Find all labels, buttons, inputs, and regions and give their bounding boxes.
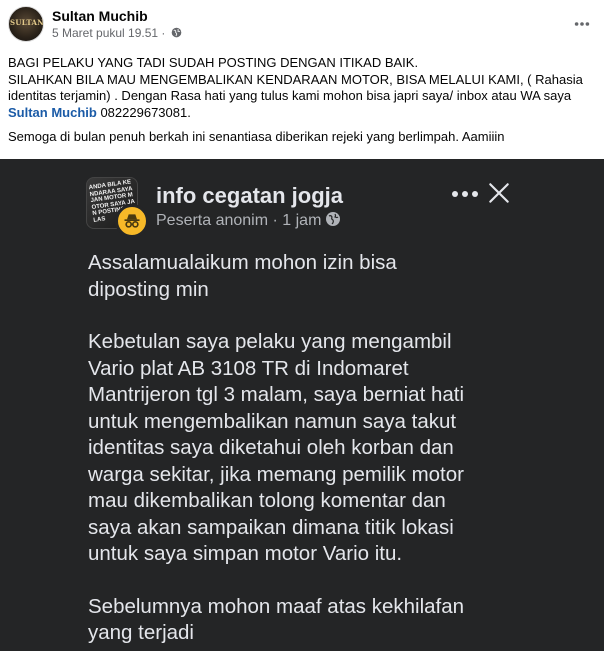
group-name: info cegatan jogja [156,183,344,208]
screenshot-post-text: Assalamualaikum mohon izin bisa dipostin… [88,250,528,647]
author-name[interactable]: Sultan Muchib [52,8,148,24]
screenshot-more-icon [450,183,480,205]
more-options-button[interactable] [568,10,596,38]
post-line-2: SILAHKAN BILA MAU MENGEMBALIKAN KENDARAA… [8,72,596,122]
screenshot-paragraph-3: Sebelumnya mohon maaf atas kekhilafan ya… [88,594,465,645]
avatar-logo-text: SULTAN [10,18,44,27]
avatar[interactable]: SULTAN [8,6,44,42]
post-text: BAGI PELAKU YANG TADI SUDAH POSTING DENG… [8,55,596,146]
anonymous-badge [115,204,149,238]
post-line-1: BAGI PELAKU YANG TADI SUDAH POSTING DENG… [8,55,419,70]
time-separator: · [158,26,169,40]
mention-link[interactable]: Sultan Muchib [8,105,97,120]
phone-number: 082229673081. [96,104,191,120]
post-time-text: 5 Maret pukul 19.51 [52,26,159,40]
screenshot-close-icon [486,180,512,206]
screenshot-paragraph-2: Kebetulan saya pelaku yang mengambil Var… [88,330,465,565]
post-age: 1 jam [282,212,322,229]
post-line-2-text: SILAHKAN BILA MAU MENGEMBALIKAN KENDARAA… [8,71,583,104]
post-line-3: Semoga di bulan penuh berkah ini senanti… [8,129,505,144]
post-meta: Peserta anonim · 1 jam [156,211,341,230]
screenshot-paragraph-1: Assalamualaikum mohon izin bisa dipostin… [88,251,397,301]
meta-separator: · [268,212,283,229]
anonymous-member-label: Peserta anonim [156,212,269,229]
audience-globe-icon [171,27,182,38]
more-horizontal-icon [574,22,590,26]
globe-icon [326,212,341,226]
post-header: SULTAN Sultan Muchib 5 Maret pukul 19.51… [0,0,604,48]
incognito-icon [124,214,140,228]
post-timestamp[interactable]: 5 Maret pukul 19.51 · [52,26,182,40]
